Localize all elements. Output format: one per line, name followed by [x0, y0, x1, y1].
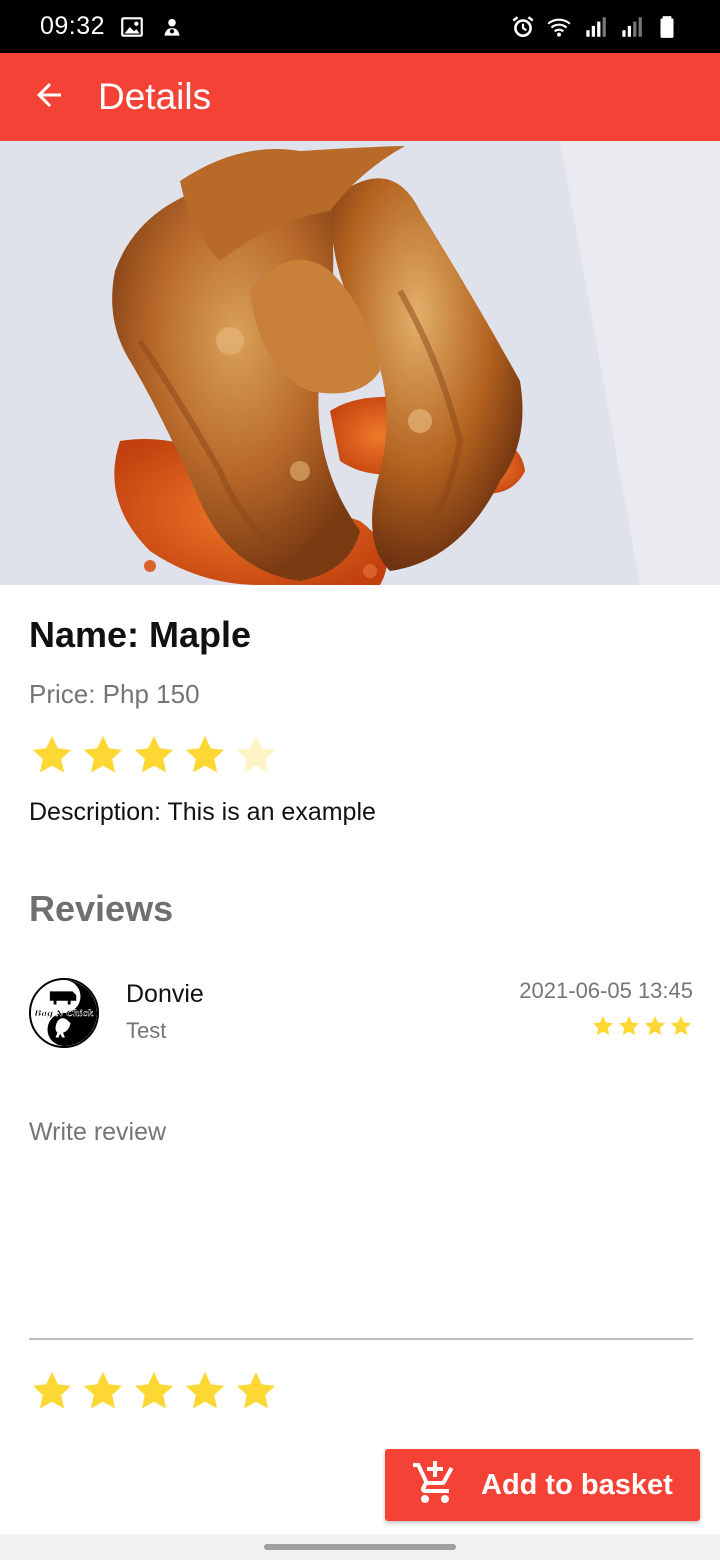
star-icon[interactable]: [29, 1368, 75, 1414]
star-icon[interactable]: [233, 1368, 279, 1414]
page-title: Details: [98, 76, 212, 117]
add-to-basket-label: Add to basket: [481, 1468, 673, 1501]
product-rating: [29, 730, 693, 780]
reviews-heading: Reviews: [29, 888, 174, 929]
star-icon: [591, 1014, 615, 1038]
notification-icon: [159, 14, 185, 40]
star-half-icon: [233, 732, 279, 778]
home-indicator[interactable]: [264, 1544, 456, 1550]
status-bar: 09:32: [0, 0, 720, 53]
write-review-input[interactable]: [29, 1118, 693, 1340]
status-time: 09:32: [40, 12, 106, 40]
product-name: Name: Maple: [29, 614, 252, 655]
add-to-basket-button[interactable]: Add to basket: [385, 1449, 700, 1521]
battery-icon: [654, 14, 680, 40]
details-screen: 09:32 Details Name: Maple Price: Php 150…: [0, 0, 720, 1560]
star-icon: [182, 732, 228, 778]
arrow-back-icon: [31, 77, 67, 118]
star-icon: [669, 1014, 693, 1038]
review-date: 2021-06-05 13:45: [519, 978, 693, 1003]
review-text: Test: [126, 1018, 167, 1043]
review-rating-input[interactable]: [29, 1368, 279, 1414]
review-item: Bag N Chick Donvie Test 2021-06-05 13:45: [29, 978, 693, 1050]
review-rating: [591, 1014, 693, 1038]
star-icon[interactable]: [131, 1368, 177, 1414]
product-image: [0, 141, 720, 585]
signal-icon: [618, 14, 644, 40]
star-icon: [131, 732, 177, 778]
wifi-icon: [546, 14, 572, 40]
star-icon[interactable]: [182, 1368, 228, 1414]
product-description: Description: This is an example: [29, 798, 376, 826]
product-price: Price: Php 150: [29, 679, 200, 709]
back-button[interactable]: [19, 67, 79, 127]
signal-icon: [582, 14, 608, 40]
image-icon: [119, 14, 145, 40]
avatar: Bag N Chick: [29, 978, 99, 1048]
add-shopping-cart-icon: [411, 1459, 459, 1512]
avatar-logo-text: Bag N Chick: [33, 1008, 93, 1018]
star-icon: [643, 1014, 667, 1038]
alarm-icon: [510, 14, 536, 40]
star-icon: [617, 1014, 641, 1038]
app-bar: Details: [0, 53, 720, 141]
star-icon: [29, 732, 75, 778]
product-details: Name: Maple Price: Php 150 Description: …: [29, 610, 693, 830]
star-icon: [80, 732, 126, 778]
star-icon[interactable]: [80, 1368, 126, 1414]
reviewer-name: Donvie: [126, 980, 204, 1008]
